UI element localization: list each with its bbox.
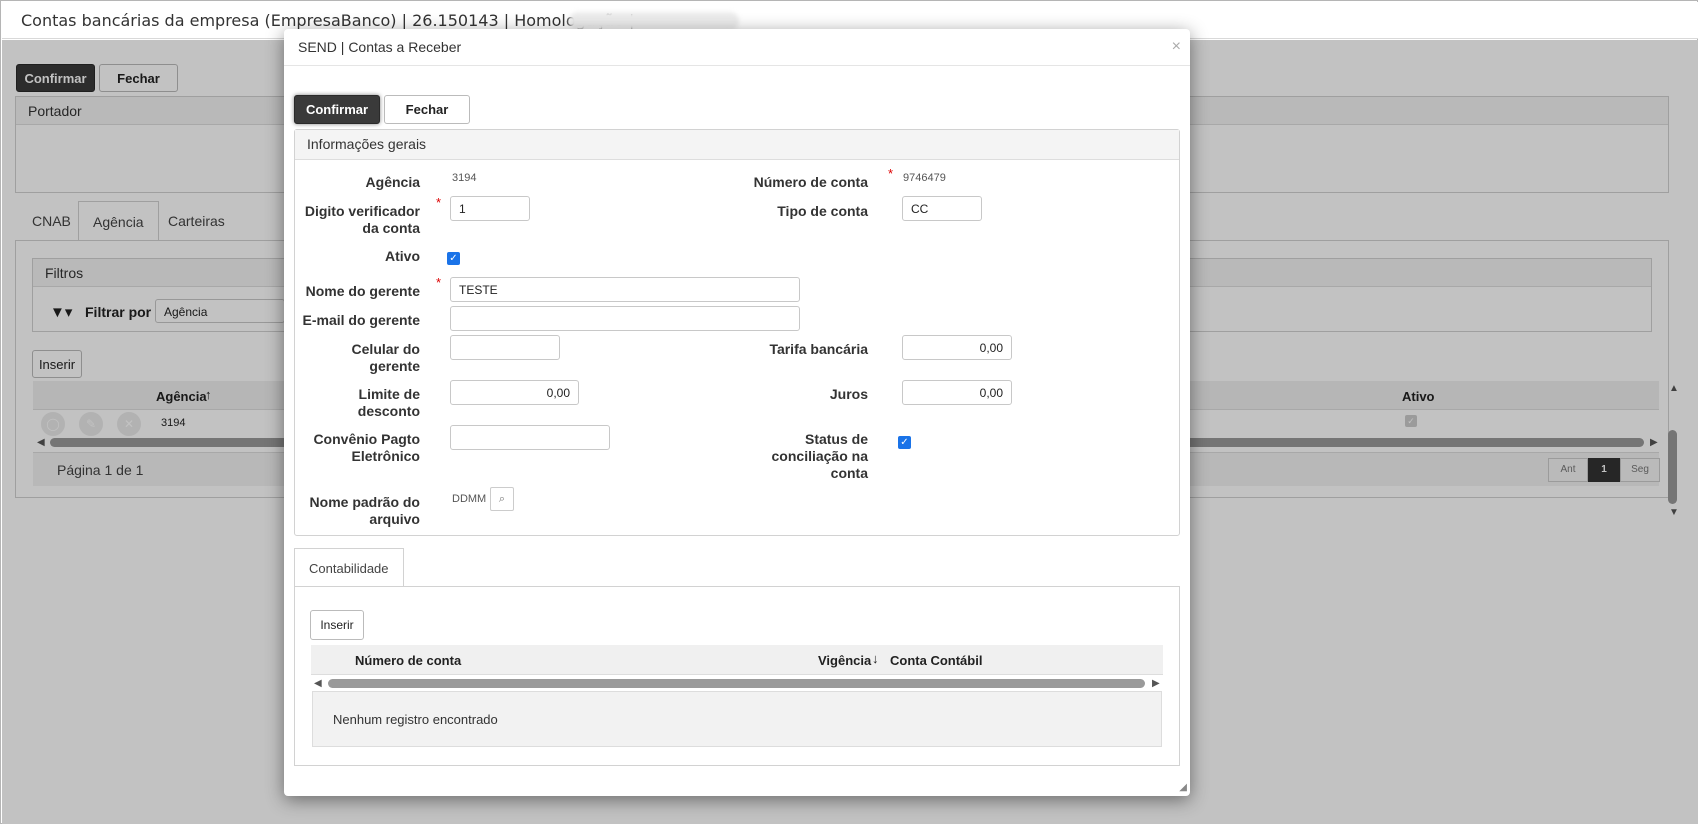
tipo-conta-label: Tipo de conta bbox=[777, 203, 868, 219]
agencia-value: 3194 bbox=[452, 172, 477, 184]
numero-conta-label: Número de conta bbox=[753, 174, 868, 190]
modal-header: SEND | Contas a Receber × bbox=[284, 29, 1190, 66]
agencia-label: Agência bbox=[365, 174, 420, 190]
nome-arquivo-value: DDMM bbox=[452, 493, 487, 505]
email-gerente-input[interactable] bbox=[450, 306, 800, 331]
status-conciliacao-checkbox[interactable]: ✓ bbox=[898, 436, 911, 449]
celular-gerente-input[interactable] bbox=[450, 335, 560, 360]
close-icon[interactable]: × bbox=[1172, 38, 1181, 56]
modal-confirm-button[interactable]: Confirmar bbox=[294, 95, 380, 124]
tipo-conta-input[interactable]: CC bbox=[902, 196, 982, 221]
status-conciliacao-label: Status de conciliação na conta bbox=[771, 431, 868, 481]
tarifa-input[interactable]: 0,00 bbox=[902, 335, 1012, 360]
convenio-label: Convênio Pagto Eletrônico bbox=[313, 431, 420, 464]
resize-handle-icon[interactable]: ◢ bbox=[1179, 782, 1187, 793]
contab-grid-hscroll[interactable] bbox=[328, 679, 1145, 688]
empty-message: Nenhum registro encontrado bbox=[333, 712, 498, 727]
limite-desconto-input[interactable]: 0,00 bbox=[450, 380, 579, 405]
col-vigencia[interactable]: Vigência bbox=[818, 653, 871, 668]
contab-insert-button[interactable]: Inserir bbox=[310, 610, 364, 640]
celular-gerente-label: Celular do gerente bbox=[351, 341, 420, 374]
sort-down-icon: ↓ bbox=[872, 651, 879, 666]
ativo-checkbox[interactable]: ✓ bbox=[447, 252, 460, 265]
scroll-left-icon[interactable]: ◀ bbox=[314, 678, 322, 689]
col-conta-contabil[interactable]: Conta Contábil bbox=[890, 653, 982, 668]
numero-conta-value: 9746479 bbox=[903, 172, 946, 184]
nome-arquivo-label: Nome padrão do arquivo bbox=[309, 494, 420, 527]
modal-close-button[interactable]: Fechar bbox=[384, 95, 470, 124]
email-gerente-label: E-mail do gerente bbox=[302, 312, 420, 328]
general-info-title: Informações gerais bbox=[295, 130, 1179, 160]
modal-dialog: SEND | Contas a Receber × Confirmar Fech… bbox=[284, 29, 1190, 796]
required-mark: * bbox=[888, 166, 894, 181]
contab-grid-header: Número de conta Vigência ↓ Conta Contábi… bbox=[311, 645, 1163, 675]
required-mark: * bbox=[436, 195, 442, 210]
juros-label: Juros bbox=[829, 386, 868, 402]
nome-gerente-label: Nome do gerente bbox=[305, 283, 420, 299]
nome-gerente-input[interactable]: TESTE bbox=[450, 277, 800, 302]
required-mark: * bbox=[436, 275, 442, 290]
general-info-panel: Informações gerais bbox=[294, 129, 1180, 536]
tarifa-label: Tarifa bancária bbox=[769, 341, 868, 357]
redacted-text bbox=[569, 12, 739, 30]
scroll-right-icon[interactable]: ▶ bbox=[1152, 678, 1160, 689]
app-window: Contas bancárias da empresa (EmpresaBanc… bbox=[0, 0, 1698, 824]
limite-desconto-label: Limite de desconto bbox=[357, 386, 420, 419]
col-numero-conta[interactable]: Número de conta bbox=[355, 653, 461, 668]
digito-label: Digito verificador da conta bbox=[304, 203, 420, 236]
contab-empty-row: Nenhum registro encontrado bbox=[312, 691, 1162, 747]
juros-input[interactable]: 0,00 bbox=[902, 380, 1012, 405]
tab-contabilidade[interactable]: Contabilidade bbox=[294, 548, 404, 587]
search-icon[interactable]: ⌕ bbox=[490, 487, 514, 511]
modal-title: SEND | Contas a Receber bbox=[298, 39, 462, 55]
ativo-label: Ativo bbox=[385, 248, 420, 264]
window-title: Contas bancárias da empresa (EmpresaBanc… bbox=[21, 11, 635, 30]
digito-input[interactable]: 1 bbox=[450, 196, 530, 221]
convenio-input[interactable] bbox=[450, 425, 610, 450]
